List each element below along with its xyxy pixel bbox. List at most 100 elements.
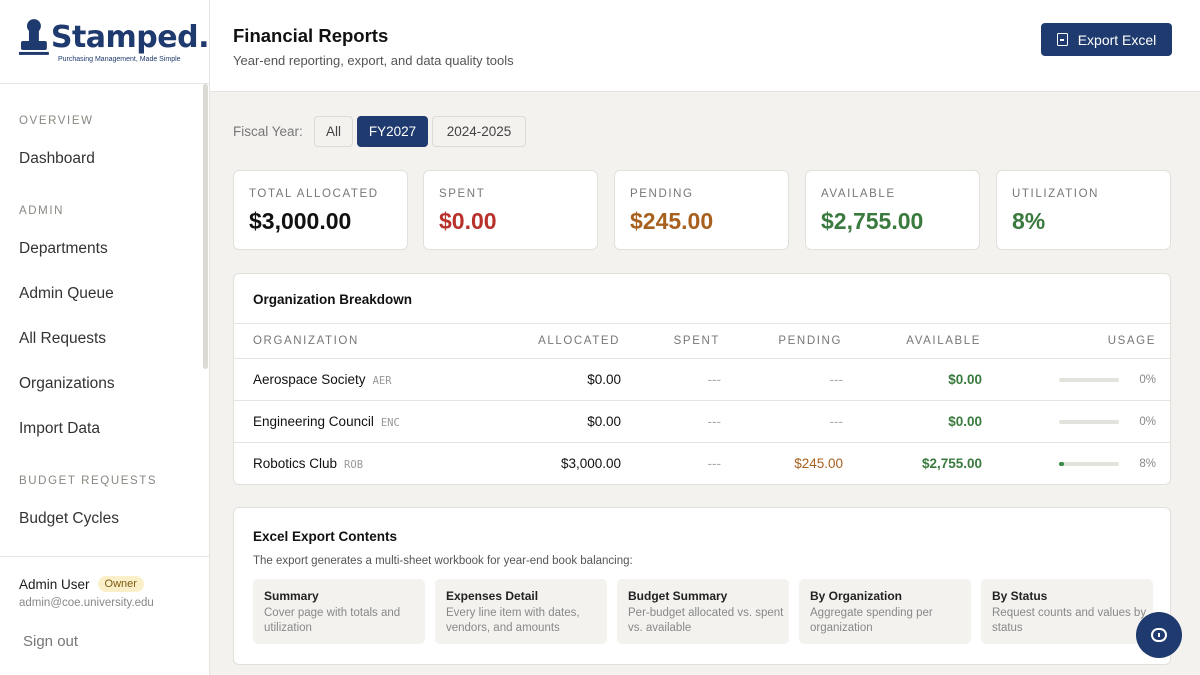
stat-label: UTILIZATION xyxy=(1012,188,1100,200)
sign-out-link[interactable]: Sign out xyxy=(23,633,78,650)
sheet-tile-by-organization: By Organization Aggregate spending per o… xyxy=(799,579,971,644)
column-header-allocated[interactable]: ALLOCATED xyxy=(538,335,620,347)
column-header-pending[interactable]: PENDING xyxy=(778,335,842,347)
sheet-title: By Organization xyxy=(810,589,903,603)
pending-cell: $245.00 xyxy=(794,456,843,471)
sheet-title: Summary xyxy=(264,589,319,603)
sidebar-item-all-requests[interactable]: All Requests xyxy=(19,330,106,348)
sidebar-item-dashboard[interactable]: Dashboard xyxy=(19,150,95,168)
org-name: Engineering Council xyxy=(253,414,374,429)
document-icon xyxy=(1056,33,1068,46)
spent-cell: --- xyxy=(707,414,722,429)
spent-cell: --- xyxy=(707,372,722,387)
page-subtitle: Year-end reporting, export, and data qua… xyxy=(233,53,514,68)
fiscal-year-option-all[interactable]: All xyxy=(314,116,353,147)
sheet-title: Budget Summary xyxy=(628,589,728,603)
available-cell: $0.00 xyxy=(948,372,982,387)
stat-card-pending: PENDING $245.00 xyxy=(614,170,789,250)
brand-tagline: Purchasing Management, Made Simple xyxy=(58,56,181,63)
spent-cell: --- xyxy=(707,456,722,471)
nav-section-budget-requests: BUDGET REQUESTS xyxy=(19,475,158,487)
stat-value: $0.00 xyxy=(439,208,497,234)
sheet-description: Request counts and values by status xyxy=(992,607,1147,634)
sheet-description: Per-budget allocated vs. spent vs. avail… xyxy=(628,607,784,634)
allocated-cell: $0.00 xyxy=(587,414,621,429)
org-code: ENC xyxy=(380,417,400,429)
column-header-organization[interactable]: ORGANIZATION xyxy=(253,335,359,347)
stat-value: $3,000.00 xyxy=(249,208,352,234)
export-excel-button[interactable]: Export Excel xyxy=(1041,23,1172,56)
user-email: admin@coe.university.edu xyxy=(19,597,154,609)
sheet-tile-budget-summary: Budget Summary Per-budget allocated vs. … xyxy=(617,579,789,644)
stat-card-spent: SPENT $0.00 xyxy=(423,170,598,250)
stat-value: $2,755.00 xyxy=(821,208,924,234)
column-header-available[interactable]: AVAILABLE xyxy=(906,335,981,347)
page-title: Financial Reports xyxy=(233,25,389,46)
sidebar-scrollbar[interactable] xyxy=(203,84,208,369)
stat-label: TOTAL ALLOCATED xyxy=(249,188,379,200)
export-excel-label: Export Excel xyxy=(1077,31,1157,48)
usage-bar xyxy=(1059,378,1119,382)
pending-cell: --- xyxy=(829,372,844,387)
sheet-tile-by-status: By Status Request counts and values by s… xyxy=(981,579,1153,644)
user-name: Admin User xyxy=(19,576,90,592)
stat-label: SPENT xyxy=(439,188,486,200)
usage-percent: 0% xyxy=(1139,416,1156,428)
org-name: Aerospace Society xyxy=(253,372,366,387)
export-description: The export generates a multi-sheet workb… xyxy=(253,555,633,567)
page-header: Financial Reports Year-end reporting, ex… xyxy=(210,0,1200,92)
user-block: Admin User Owner admin@coe.university.ed… xyxy=(0,556,209,675)
allocated-cell: $0.00 xyxy=(587,372,621,387)
logo[interactable]: Stamped. Purchasing Management, Made Sim… xyxy=(0,0,210,84)
org-name: Robotics Club xyxy=(253,456,338,471)
pending-cell: --- xyxy=(829,414,844,429)
table-row[interactable]: Engineering Council ENC xyxy=(253,414,400,429)
nav-section-overview: OVERVIEW xyxy=(19,115,94,127)
fiscal-year-label: Fiscal Year: xyxy=(233,124,303,139)
fiscal-year-option-fy2027[interactable]: FY2027 xyxy=(357,116,428,147)
panel-title: Organization Breakdown xyxy=(253,292,413,307)
sidebar-item-import-data[interactable]: Import Data xyxy=(19,420,100,438)
stat-card-utilization: UTILIZATION 8% xyxy=(996,170,1171,250)
stat-card-available: AVAILABLE $2,755.00 xyxy=(805,170,980,250)
available-cell: $0.00 xyxy=(948,414,982,429)
column-header-spent[interactable]: SPENT xyxy=(674,335,720,347)
usage-percent: 8% xyxy=(1139,458,1156,470)
sidebar-item-admin-queue[interactable]: Admin Queue xyxy=(19,285,114,303)
sidebar-item-organizations[interactable]: Organizations xyxy=(19,375,115,393)
column-header-usage[interactable]: USAGE xyxy=(1108,335,1156,347)
sidebar-item-budget-cycles[interactable]: Budget Cycles xyxy=(19,510,119,528)
stat-card-total-allocated: TOTAL ALLOCATED $3,000.00 xyxy=(233,170,408,250)
usage-bar xyxy=(1059,462,1119,466)
table-row[interactable]: Robotics Club ROB xyxy=(253,456,363,471)
sheet-description: Aggregate spending per organization xyxy=(810,607,933,634)
table-row[interactable]: Aerospace Society AER xyxy=(253,372,392,387)
allocated-cell: $3,000.00 xyxy=(560,456,621,471)
stat-value: $245.00 xyxy=(630,208,714,234)
fiscal-year-option-2024-2025[interactable]: 2024-2025 xyxy=(432,116,526,147)
sheet-tile-expenses-detail: Expenses Detail Every line item with dat… xyxy=(435,579,607,644)
sidebar-item-departments[interactable]: Departments xyxy=(19,240,108,258)
sheet-title: By Status xyxy=(992,589,1048,603)
nav-section-admin: ADMIN xyxy=(19,205,65,217)
available-cell: $2,755.00 xyxy=(921,456,982,471)
stamp-icon xyxy=(18,19,49,55)
stat-label: AVAILABLE xyxy=(821,188,896,200)
usage-bar xyxy=(1059,420,1119,424)
organization-breakdown-panel: Organization Breakdown ORGANIZATION ALLO… xyxy=(233,273,1171,485)
stat-label: PENDING xyxy=(630,188,694,200)
brand-name: Stamped. xyxy=(50,20,210,55)
sheet-description: Every line item with dates, vendors, and… xyxy=(446,607,580,634)
org-code: AER xyxy=(372,375,392,387)
chat-icon xyxy=(1151,628,1167,642)
stat-value: 8% xyxy=(1012,208,1046,234)
sidebar: Stamped. Purchasing Management, Made Sim… xyxy=(0,0,210,675)
sheet-tile-summary: Summary Cover page with totals and utili… xyxy=(253,579,425,644)
export-contents-panel: Excel Export Contents The export generat… xyxy=(233,507,1171,665)
sheet-title: Expenses Detail xyxy=(446,589,539,603)
sheet-description: Cover page with totals and utilization xyxy=(264,607,401,634)
org-code: ROB xyxy=(344,459,364,471)
chat-button[interactable] xyxy=(1136,612,1182,658)
panel-title: Excel Export Contents xyxy=(253,529,398,544)
role-badge: Owner xyxy=(97,576,144,592)
